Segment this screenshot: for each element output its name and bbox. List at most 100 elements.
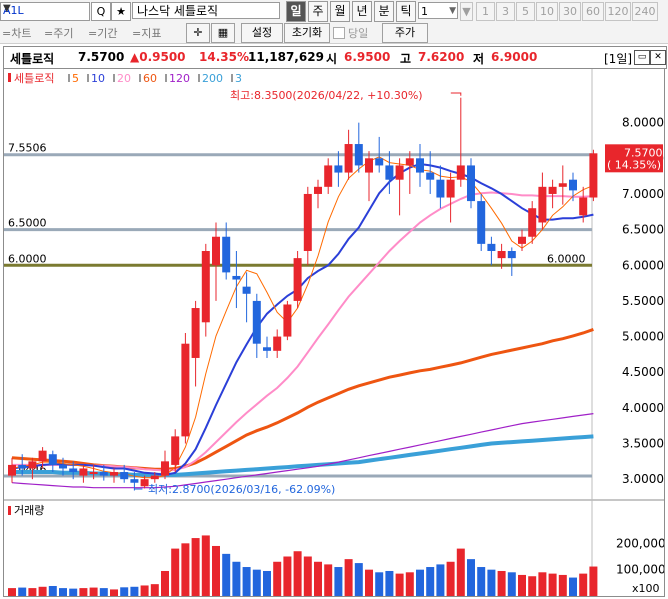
volume-bar [477,567,486,596]
stock-name-field[interactable]: 나스닥 세틀로직 [132,2,280,19]
chart-tab[interactable]: =차트 [2,25,31,41]
period-tag: [1일] [604,52,633,66]
chevron-down-icon[interactable]: ▼ [3,3,87,14]
volume-bar [150,584,159,596]
period-button-1[interactable]: 주 [308,1,328,22]
volume-bar [487,569,496,596]
low-arrow [133,488,143,491]
candle-body [201,251,210,323]
same-day-checkbox[interactable] [333,27,345,39]
interval-button-10[interactable]: 10 [536,2,558,21]
candle-body [38,450,47,462]
candle-body [385,165,394,180]
y-tick-label: 6.5000 [622,223,664,237]
price-chart-svg[interactable]: 세틀로직510206012020038.00007.50007.00006.50… [4,69,666,596]
spin-down-icon[interactable]: ▼ [460,2,473,21]
legend-name: 세틀로직 [14,72,54,85]
candle-body [416,158,424,173]
y-tick-label: 5.0000 [622,330,664,344]
volume-bar [395,573,404,596]
range-tab[interactable]: =기간 [88,25,117,41]
open-label: 시 [326,52,338,66]
period-tab[interactable]: =주기 [44,25,73,41]
candle-body [161,461,169,476]
candle-body [497,251,506,259]
settings-button[interactable]: 설정 [241,23,283,43]
candle-body [365,158,373,173]
volume-bar [344,559,353,596]
candle-body [59,464,67,469]
legend-ma-marker [68,74,70,82]
candle-body [191,308,200,358]
ma20-line [12,191,594,472]
crosshair-icon[interactable]: ✛ [186,23,210,43]
candle-body [222,236,231,273]
volume-bar [8,588,16,596]
interval-button-30[interactable]: 30 [559,2,581,21]
candle-body [354,144,363,166]
favorite-star-icon[interactable]: ★ [111,2,131,21]
same-day-label: 당일 [348,27,369,40]
price-change: ▲0.9500 [130,50,186,64]
candle-body [252,300,261,344]
volume-tick-label: 100,000 [616,563,664,577]
candle-body [477,201,486,244]
candle-body [436,179,445,198]
period-button-3[interactable]: 년 [352,1,372,22]
reset-button[interactable]: 초기화 [284,23,330,43]
ma5-line [11,156,594,479]
minimize-icon[interactable]: ▭ [634,50,650,65]
candle-body [283,304,292,337]
interval-button-240[interactable]: 240 [632,2,658,21]
period-button-5[interactable]: 틱 [396,1,416,22]
legend-ma-marker [231,74,233,82]
grid-icon[interactable]: ▦ [211,23,235,43]
interval-button-3[interactable]: 3 [496,2,515,21]
candle-body [344,144,353,173]
current-price: 7.5700 [78,50,125,64]
candle-body [28,461,37,469]
volume-bar [242,567,251,596]
volume-bar [273,561,282,596]
volume-title: 거래량 [14,504,44,517]
search-icon[interactable]: Q [91,2,111,21]
volume-bar [548,573,557,596]
candle-body [528,208,537,237]
volume-bar [212,545,220,596]
stock-code-input[interactable]: A1L ▼ [0,2,90,21]
interval-select[interactable]: 1 ▼ [418,2,458,19]
candle-body [69,468,78,473]
candle-body [242,286,251,294]
interval-button-60[interactable]: 60 [582,2,604,21]
candle-body [18,464,27,469]
interval-button-5[interactable]: 5 [516,2,535,21]
legend-ma-marker [139,74,141,82]
indicator-tab[interactable]: =지표 [132,25,161,41]
volume-bar [140,585,149,596]
candle-body [569,179,577,191]
volume-bar [69,588,78,596]
low-annotation: 최저:2.8700(2026/03/16, -62.09%) [148,483,335,496]
period-button-0[interactable]: 일 [286,1,306,22]
price-type-button[interactable]: 주가 [382,23,428,43]
volume-bar [89,587,98,596]
volume-bar [446,561,455,596]
close-icon[interactable]: ✕ [650,50,666,65]
level-label-right: 6.0000 [547,252,586,265]
period-button-2[interactable]: 월 [330,1,350,22]
candle-body [212,236,220,266]
legend-ma-marker [113,74,115,82]
volume-bar [375,572,384,596]
period-button-4[interactable]: 분 [374,1,394,22]
interval-button-120[interactable]: 120 [605,2,631,21]
interval-button-1[interactable]: 1 [476,2,495,21]
chart-panel[interactable]: 세틀로직510206012020038.00007.50007.00006.50… [3,68,666,597]
volume-bar [365,569,373,596]
volume-tick-label: 200,000 [616,536,664,550]
candle-body [324,165,333,187]
candle-body [48,454,57,465]
candle-body [456,165,465,180]
volume-bar [405,572,414,596]
candle-body [89,472,98,475]
volume-bar [38,586,47,596]
